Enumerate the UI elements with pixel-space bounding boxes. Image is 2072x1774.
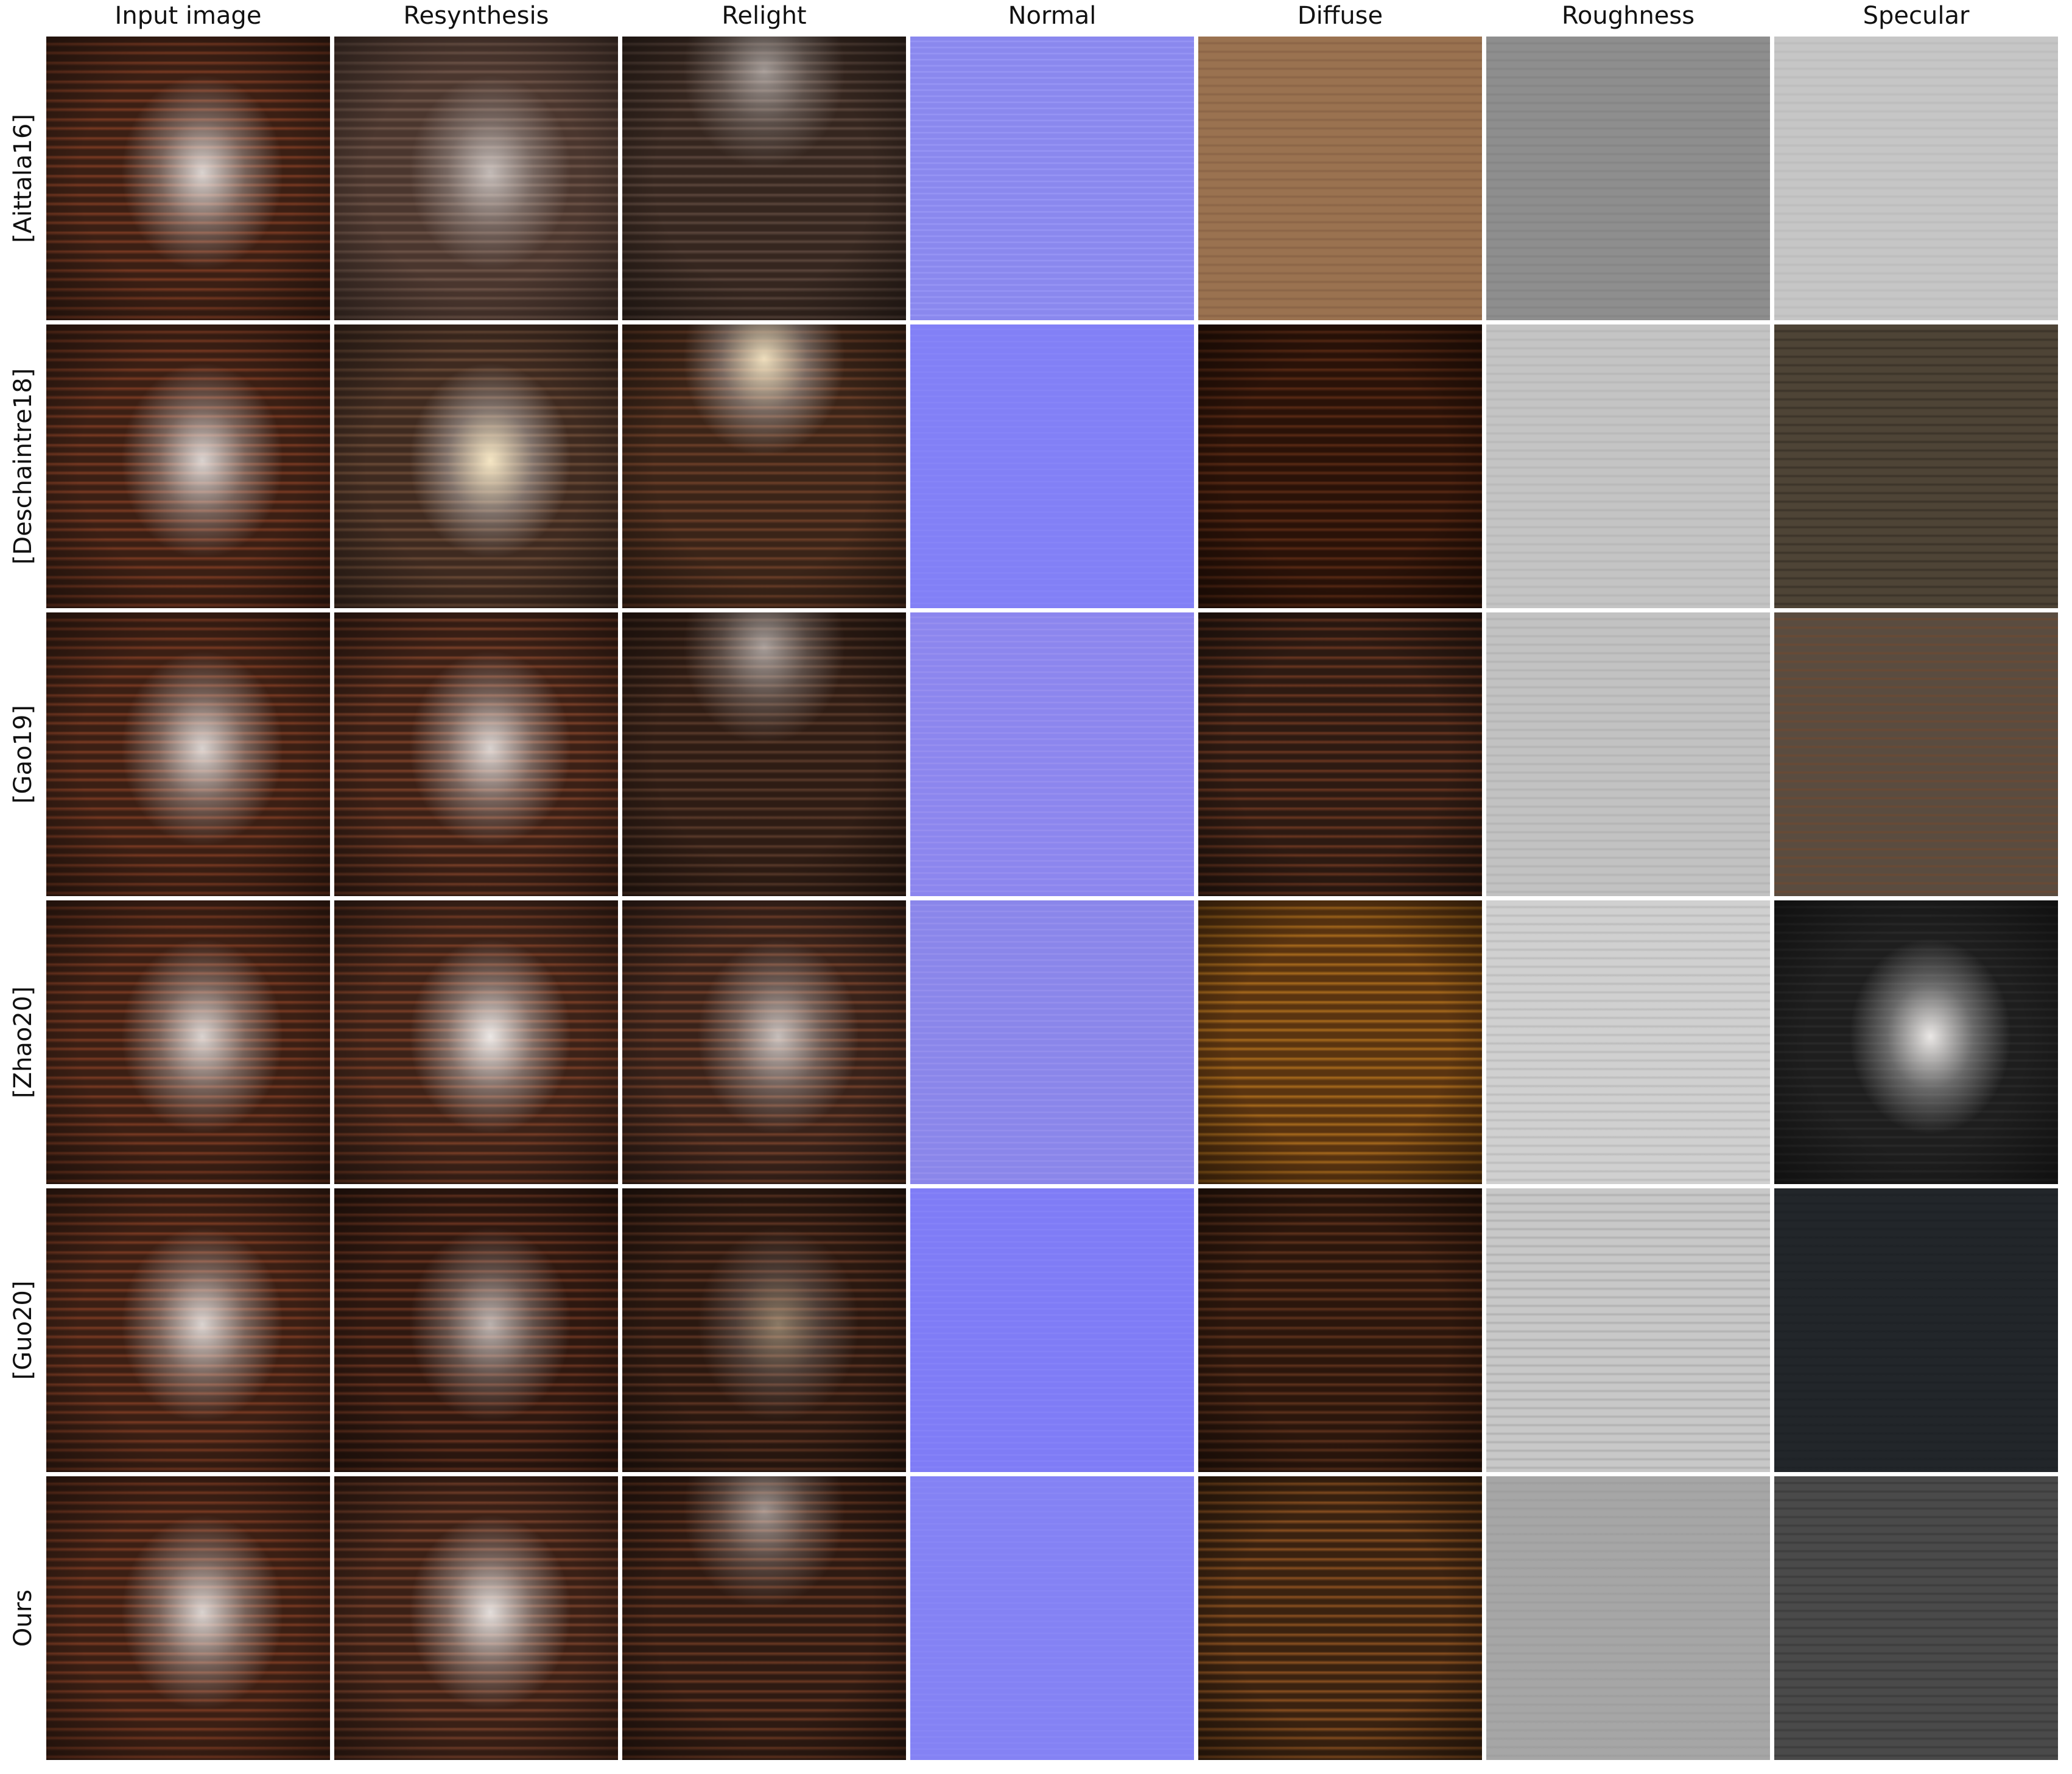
tile-guo20-diffuse — [1198, 1188, 1482, 1472]
tile-ours-input-image — [46, 1476, 330, 1760]
vignette — [1774, 900, 2058, 1184]
tile-deschaintre18-diffuse — [1198, 324, 1482, 608]
vignette — [46, 37, 330, 320]
tile-zhao20-specular — [1774, 900, 2058, 1184]
tile-ours-resynthesis — [334, 1476, 618, 1760]
tile-gao19-diffuse — [1198, 612, 1482, 896]
tile-zhao20-relight — [622, 900, 906, 1184]
tile-aittala16-normal — [910, 37, 1194, 320]
tile-gao19-normal — [910, 612, 1194, 896]
vignette — [334, 900, 618, 1184]
vignette — [622, 1476, 906, 1760]
vignette — [46, 900, 330, 1184]
tile-deschaintre18-roughness — [1486, 324, 1770, 608]
vignette — [622, 324, 906, 608]
tile-gao19-relight — [622, 612, 906, 896]
vignette — [622, 612, 906, 896]
row-label-aittala16: [Aittala16] — [9, 113, 37, 244]
column-header-diffuse: Diffuse — [1297, 2, 1383, 30]
column-header-input-image: Input image — [114, 2, 262, 30]
vignette — [334, 1476, 618, 1760]
tile-gao19-specular — [1774, 612, 2058, 896]
tile-aittala16-resynthesis — [334, 37, 618, 320]
tile-zhao20-input-image — [46, 900, 330, 1184]
tile-gao19-roughness — [1486, 612, 1770, 896]
tile-deschaintre18-relight — [622, 324, 906, 608]
tile-aittala16-specular — [1774, 37, 2058, 320]
tile-aittala16-diffuse — [1198, 37, 1482, 320]
row-label-ours: Ours — [9, 1589, 37, 1647]
column-header-specular: Specular — [1863, 2, 1970, 30]
vignette — [622, 900, 906, 1184]
column-header-normal: Normal — [1008, 2, 1097, 30]
vignette — [334, 1188, 618, 1472]
tile-gao19-input-image — [46, 612, 330, 896]
vignette — [46, 1476, 330, 1760]
tile-deschaintre18-specular — [1774, 324, 2058, 608]
vignette — [1198, 900, 1482, 1184]
column-header-relight: Relight — [722, 2, 807, 30]
tile-zhao20-normal — [910, 900, 1194, 1184]
tile-zhao20-resynthesis — [334, 900, 618, 1184]
tile-zhao20-diffuse — [1198, 900, 1482, 1184]
vignette — [1198, 1476, 1482, 1760]
vignette — [622, 1188, 906, 1472]
vignette — [334, 37, 618, 320]
row-label-gao19: [Gao19] — [9, 704, 37, 804]
vignette — [1198, 612, 1482, 896]
vignette — [46, 612, 330, 896]
vignette — [334, 324, 618, 608]
tile-guo20-specular — [1774, 1188, 2058, 1472]
tile-ours-relight — [622, 1476, 906, 1760]
tile-zhao20-roughness — [1486, 900, 1770, 1184]
tile-ours-specular — [1774, 1476, 2058, 1760]
tile-guo20-resynthesis — [334, 1188, 618, 1472]
comparison-figure: Input image Resynthesis Relight Normal D… — [0, 0, 2072, 1774]
tile-aittala16-input-image — [46, 37, 330, 320]
tile-deschaintre18-normal — [910, 324, 1194, 608]
column-header-roughness: Roughness — [1561, 2, 1695, 30]
tile-guo20-input-image — [46, 1188, 330, 1472]
tile-ours-normal — [910, 1476, 1194, 1760]
vignette — [334, 612, 618, 896]
vignette — [622, 37, 906, 320]
vignette — [46, 1188, 330, 1472]
tile-deschaintre18-input-image — [46, 324, 330, 608]
column-header-resynthesis: Resynthesis — [403, 2, 549, 30]
tile-guo20-relight — [622, 1188, 906, 1472]
vignette — [46, 324, 330, 608]
tile-gao19-resynthesis — [334, 612, 618, 896]
tile-guo20-normal — [910, 1188, 1194, 1472]
row-label-deschaintre18: [Deschaintre18] — [9, 368, 37, 565]
vignette — [1198, 324, 1482, 608]
row-label-guo20: [Guo20] — [9, 1280, 37, 1380]
tile-deschaintre18-resynthesis — [334, 324, 618, 608]
tile-ours-diffuse — [1198, 1476, 1482, 1760]
tile-aittala16-relight — [622, 37, 906, 320]
vignette — [1198, 1188, 1482, 1472]
row-label-zhao20: [Zhao20] — [9, 986, 37, 1098]
tile-ours-roughness — [1486, 1476, 1770, 1760]
tile-guo20-roughness — [1486, 1188, 1770, 1472]
tile-aittala16-roughness — [1486, 37, 1770, 320]
